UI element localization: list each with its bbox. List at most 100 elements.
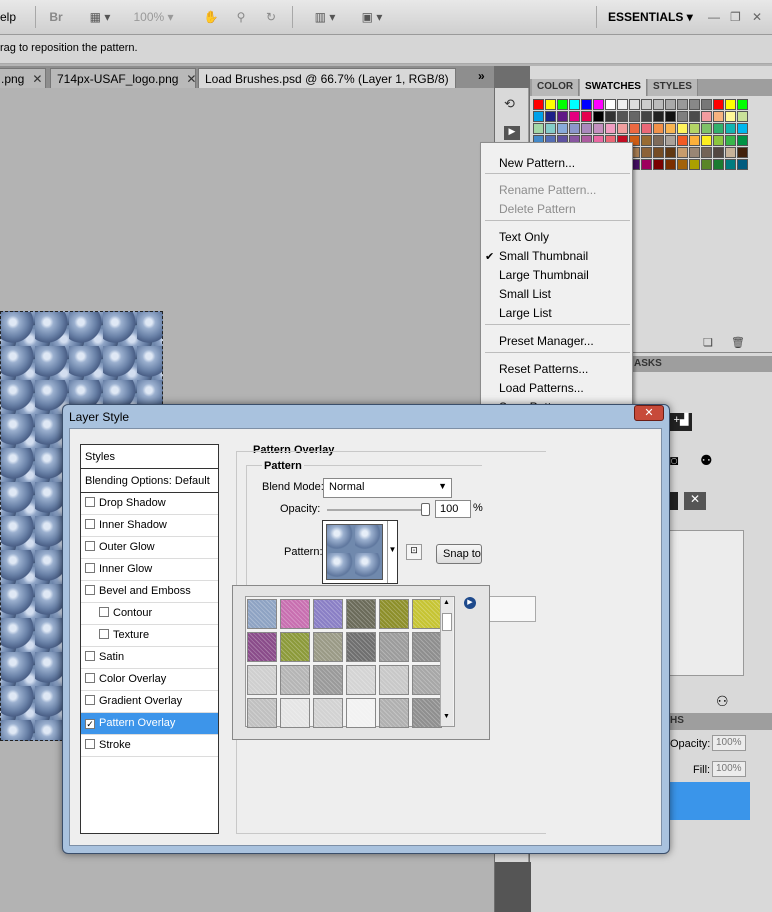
arrange-documents-button[interactable]: ▥ ▾ [305,7,345,27]
opacity-slider-track[interactable] [327,509,430,511]
restore-icon[interactable]: ❐ [730,10,741,24]
swatch[interactable] [629,123,640,134]
pattern-tile[interactable] [280,599,310,629]
swatch[interactable] [677,147,688,158]
pattern-tile[interactable] [313,599,343,629]
style-item[interactable]: Stroke [81,735,218,757]
styles-header[interactable]: Styles [81,445,218,469]
swatch[interactable] [545,111,556,122]
vector-mask-icon[interactable]: +▟ [670,413,692,431]
checkbox[interactable] [85,563,95,573]
pattern-tile[interactable] [313,665,343,695]
opacity-input[interactable]: 100 [435,500,471,518]
swatch[interactable] [737,159,748,170]
pattern-tile[interactable] [247,665,277,695]
swatch[interactable] [593,111,604,122]
swatch[interactable] [677,135,688,146]
swatch[interactable] [737,147,748,158]
swatch[interactable] [641,99,652,110]
swatch[interactable] [713,147,724,158]
pattern-tile[interactable] [313,698,343,728]
new-preset-icon[interactable]: ⊡ [406,544,422,560]
swatch[interactable] [617,123,628,134]
swatch[interactable] [689,135,700,146]
opacity-input[interactable]: 100% [712,735,746,751]
swatch[interactable] [677,123,688,134]
screen-mode-button[interactable]: ▦ ▾ [80,7,120,27]
menu-item[interactable]: Small Thumbnail [499,249,588,263]
swatch[interactable] [677,99,688,110]
screen-mode-select[interactable]: ▣ ▾ [352,7,392,27]
checkbox[interactable] [85,651,95,661]
swatch[interactable] [581,111,592,122]
scroll-down-icon[interactable]: ▼ [443,713,450,720]
scroll-up-icon[interactable]: ▲ [443,599,450,606]
swatch[interactable] [665,111,676,122]
style-item[interactable]: Contour [81,603,218,625]
close-icon[interactable]: ✕ [752,10,762,24]
pattern-tile[interactable] [346,698,376,728]
pattern-preview-frame[interactable]: ▼ [322,520,398,584]
swatch[interactable] [641,111,652,122]
checkbox[interactable] [99,629,109,639]
swatch[interactable] [545,99,556,110]
swatch[interactable] [653,147,664,158]
swatch[interactable] [713,123,724,134]
swatch[interactable] [641,135,652,146]
menu-item[interactable]: Large List [499,306,552,320]
menu-item[interactable]: Preset Manager... [499,334,594,348]
actions-icon[interactable]: ▶ [504,126,520,140]
pattern-tile[interactable] [247,698,277,728]
pattern-tile[interactable] [379,665,409,695]
swatch[interactable] [581,123,592,134]
tab-masks[interactable]: ASKS [634,358,662,369]
swatch[interactable] [593,123,604,134]
swatch[interactable] [737,135,748,146]
swatch[interactable] [653,123,664,134]
swatch[interactable] [629,111,640,122]
pattern-tile[interactable] [346,632,376,662]
workspace-switcher[interactable]: ESSENTIALS ▾ [608,10,693,24]
checkbox[interactable] [85,739,95,749]
swatch[interactable] [629,99,640,110]
swatch[interactable] [689,111,700,122]
swatch[interactable] [533,99,544,110]
swatch[interactable] [725,135,736,146]
zoom-tool-button[interactable]: ⚲ [230,7,252,27]
blending-options[interactable]: Blending Options: Default [81,469,218,493]
style-item[interactable]: Bevel and Emboss [81,581,218,603]
swatch[interactable] [689,147,700,158]
menu-item[interactable]: Load Patterns... [499,381,584,395]
pattern-tile[interactable] [247,632,277,662]
swatch[interactable] [593,99,604,110]
camera-icon[interactable]: ◙ [670,452,692,470]
swatch[interactable] [569,99,580,110]
swatch[interactable] [689,123,700,134]
pattern-tile[interactable] [412,632,442,662]
swatch[interactable] [725,147,736,158]
menu-item[interactable]: Small List [499,287,551,301]
swatch[interactable] [665,135,676,146]
new-swatch-icon[interactable]: ❏ [703,336,713,349]
checkbox[interactable] [85,541,95,551]
swatch[interactable] [701,135,712,146]
close-tab-icon[interactable]: ✕ [32,72,42,86]
swatch[interactable] [641,159,652,170]
swatch[interactable] [665,99,676,110]
fill-input[interactable]: 100% [712,761,746,777]
tab-color[interactable]: COLOR [532,79,580,96]
pattern-tile[interactable] [346,665,376,695]
swatch[interactable] [605,123,616,134]
swatch[interactable] [701,99,712,110]
menu-item[interactable]: New Pattern... [499,156,575,170]
menu-item[interactable]: Text Only [499,230,549,244]
swatch[interactable] [557,111,568,122]
swatch[interactable] [653,111,664,122]
swatch[interactable] [665,147,676,158]
swatch[interactable] [545,123,556,134]
style-item[interactable]: Inner Glow [81,559,218,581]
swatch[interactable] [725,99,736,110]
swatch[interactable] [653,159,664,170]
scroll-thumb[interactable] [442,613,452,631]
style-item[interactable]: Drop Shadow [81,493,218,515]
